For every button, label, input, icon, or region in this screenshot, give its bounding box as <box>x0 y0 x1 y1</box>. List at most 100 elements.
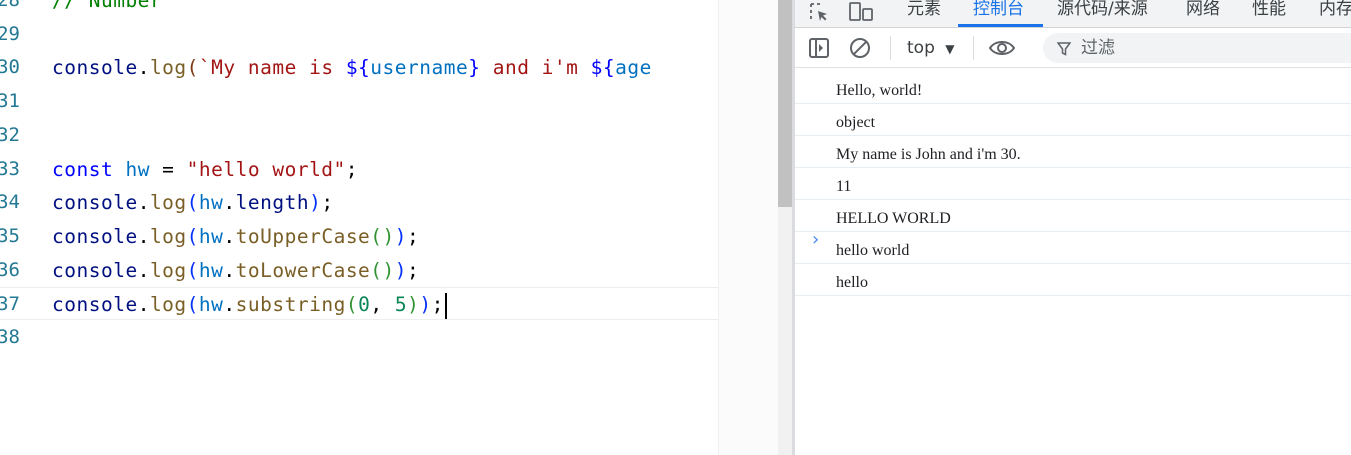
code-text: console.log(`My name is ${username} and … <box>52 51 652 84</box>
code-line[interactable]: 34 console.log(hw.length); <box>0 186 718 219</box>
code-token: username <box>370 56 469 80</box>
code-editor[interactable]: 28 // Number 29 30 console.log(`My name is $… <box>0 0 718 455</box>
editor-scrollbar[interactable] <box>778 0 792 455</box>
code-text: console.log(hw.toLowerCase()); <box>52 254 419 287</box>
device-toolbar-icon[interactable] <box>846 0 876 24</box>
code-line[interactable]: 30 console.log(`My name is ${username} an… <box>0 51 718 84</box>
line-number: 32 <box>0 123 20 146</box>
devtools-tab-bar: 元素 控制台 源代码/来源 网络 性能 内存 <box>795 0 1351 28</box>
tab-memory[interactable]: 内存 <box>1319 0 1351 24</box>
line-number: 35 <box>0 224 20 247</box>
code-line[interactable]: 29 <box>0 18 718 51</box>
code-token: . <box>137 191 150 215</box>
code-token: console <box>52 56 138 80</box>
code-line[interactable]: 38 <box>0 321 718 354</box>
code-token: ) <box>309 191 322 215</box>
dropdown-arrow-icon: ▼ <box>945 42 955 56</box>
code-token: substring <box>235 293 346 317</box>
context-selector[interactable]: top ▼ <box>907 34 955 62</box>
code-token: ) <box>394 224 408 248</box>
console-message-text: hello <box>836 274 868 291</box>
code-token: ( <box>186 258 199 282</box>
code-token: console <box>52 293 138 317</box>
live-expression-icon[interactable] <box>987 34 1017 62</box>
filter-icon <box>1056 33 1072 63</box>
console-message: HELLO WORLD <box>795 200 1351 232</box>
code-token: () <box>370 258 395 282</box>
console-message: Hello, world! <box>795 72 1351 104</box>
code-token: hw <box>198 293 224 317</box>
scrollbar-thumb[interactable] <box>778 0 792 207</box>
line-number: 28 <box>0 0 20 11</box>
code-token: toUpperCase <box>235 224 371 248</box>
code-line[interactable]: 28 // Number <box>0 0 718 17</box>
code-token: "hello world" <box>186 157 346 181</box>
code-token: // Number <box>52 0 163 12</box>
code-token: . <box>223 224 236 248</box>
code-token: log <box>149 56 187 80</box>
code-token: log <box>149 293 187 317</box>
console-message: hello <box>795 264 1351 296</box>
line-number: 36 <box>0 258 20 281</box>
code-token: . <box>223 293 236 317</box>
code-token: hw <box>125 157 150 181</box>
code-line[interactable]: 36 console.log(hw.toLowerCase()); <box>0 254 718 287</box>
code-token: ; <box>321 191 334 215</box>
code-token: ; <box>431 293 444 317</box>
code-token: hw <box>198 224 224 248</box>
code-token: ${ <box>590 56 616 80</box>
sidebar-toggle-icon[interactable] <box>805 34 833 62</box>
code-line[interactable]: 32 <box>0 119 718 152</box>
filter-input[interactable]: 过滤 <box>1043 33 1351 63</box>
code-token: ) <box>419 293 432 317</box>
console-toolbar: top ▼ 过滤 <box>795 28 1351 68</box>
toolbar-divider <box>973 36 974 60</box>
code-line[interactable]: 35 console.log(hw.toUpperCase()); <box>0 220 718 253</box>
code-token: log <box>149 191 187 215</box>
code-line[interactable]: 33 const hw = "hello world"; <box>0 153 718 186</box>
code-text: // Number <box>52 0 162 17</box>
code-token: and i'm <box>480 56 591 80</box>
code-line[interactable]: 31 <box>0 85 718 118</box>
code-token: . <box>137 224 150 248</box>
editor-margin <box>718 0 779 455</box>
devtools-panel: 元素 控制台 源代码/来源 网络 性能 内存 top ▼ 过滤 Hello, w… <box>795 0 1351 455</box>
console-message: My name is John and i'm 30. <box>795 136 1351 168</box>
tab-console[interactable]: 控制台 <box>973 0 1024 24</box>
code-text: const hw = "hello world"; <box>52 153 358 186</box>
code-text: console.log(hw.toUpperCase()); <box>52 220 419 253</box>
line-number: 31 <box>0 90 20 113</box>
console-prompt-icon[interactable]: › <box>812 229 819 250</box>
code-token: `My name is <box>198 56 346 80</box>
context-value: top <box>907 38 935 58</box>
code-token: console <box>52 191 138 215</box>
tab-performance[interactable]: 性能 <box>1252 0 1286 24</box>
tab-elements[interactable]: 元素 <box>907 0 941 24</box>
line-number: 29 <box>0 22 20 45</box>
code-token: 0 <box>358 293 371 317</box>
line-number: 38 <box>0 326 20 348</box>
active-tab-indicator <box>958 24 1043 27</box>
code-line[interactable]: 37 console.log(hw.substring(0, 5)); <box>0 287 718 321</box>
code-token: hw <box>198 191 224 215</box>
code-token: . <box>137 293 150 317</box>
code-token: toLowerCase <box>235 258 371 282</box>
tab-sources[interactable]: 源代码/来源 <box>1057 0 1148 24</box>
code-token: length <box>235 191 310 215</box>
code-token: ; <box>407 224 420 248</box>
tab-network[interactable]: 网络 <box>1186 0 1220 24</box>
clear-console-icon[interactable] <box>846 34 874 62</box>
code-token: ; <box>345 157 359 181</box>
code-token: . <box>223 258 236 282</box>
code-token: ) <box>394 258 408 282</box>
code-token: ${ <box>345 56 371 80</box>
code-token: } <box>468 56 481 80</box>
line-number: 37 <box>0 293 20 316</box>
console-message: object <box>795 104 1351 136</box>
code-token: ( <box>345 293 359 317</box>
code-token: const <box>52 157 114 181</box>
code-token: ; <box>407 258 420 282</box>
inspect-element-icon[interactable] <box>807 0 831 24</box>
code-token: = <box>149 157 187 181</box>
